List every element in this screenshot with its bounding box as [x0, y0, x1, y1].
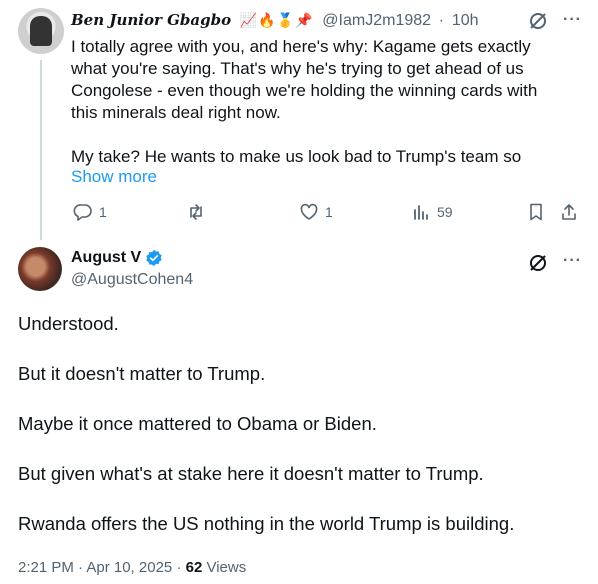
views-label: Views — [206, 559, 247, 576]
avatar[interactable] — [18, 247, 62, 291]
like-count: 1 — [325, 204, 333, 220]
verified-badge-icon — [146, 249, 162, 267]
reply-paragraph: I totally agree with you, and here's why… — [71, 37, 538, 122]
separator: · — [438, 12, 445, 29]
avatar[interactable] — [18, 8, 64, 54]
analytics-icon — [414, 205, 428, 220]
separator: · — [176, 559, 182, 576]
more-options-button[interactable]: ··· — [563, 252, 582, 270]
more-options-button[interactable]: ··· — [563, 11, 582, 29]
share-icon — [562, 204, 576, 220]
bookmark-button[interactable] — [526, 202, 546, 222]
reply-header: Ben Junior Gbagbo 📈🔥🥇📌 @IamJ2m1982 · 10h — [71, 10, 479, 30]
view-count: 59 — [437, 204, 453, 220]
author-name[interactable]: August V — [71, 249, 141, 267]
bookmark-icon — [530, 203, 542, 221]
tweet-paragraph: Rwanda offers the US nothing in the worl… — [18, 513, 515, 534]
tweet-meta: 2:21 PM · Apr 10, 2025 · 62 Views — [18, 559, 246, 576]
tweet-timestamp[interactable]: 2:21 PM · Apr 10, 2025 — [18, 559, 172, 576]
tweet-paragraph: But it doesn't matter to Trump. — [18, 363, 266, 384]
reply-button[interactable]: 1 — [73, 202, 107, 222]
timestamp[interactable]: 10h — [452, 12, 479, 29]
retweet-icon — [190, 204, 202, 220]
reply-paragraph: My take? He wants to make us look bad to… — [71, 147, 522, 166]
author-name[interactable]: Ben Junior Gbagbo — [71, 11, 231, 29]
share-button[interactable] — [559, 202, 579, 222]
reply-icon — [73, 204, 92, 221]
like-button[interactable]: 1 — [299, 202, 333, 222]
reply-count: 1 — [99, 204, 107, 220]
action-bar: 1 1 59 — [18, 202, 598, 226]
tweet-paragraph: Understood. — [18, 313, 119, 334]
heart-icon — [300, 203, 318, 220]
show-more-link[interactable]: Show more — [71, 167, 157, 187]
views-button[interactable]: 59 — [411, 202, 453, 222]
tweet-paragraph: But given what's at stake here it doesn'… — [18, 463, 484, 484]
tweet-paragraph: Maybe it once mattered to Obama or Biden… — [18, 413, 377, 434]
views-count: 62 — [185, 559, 203, 576]
grok-icon[interactable] — [528, 253, 548, 278]
reply-text: I totally agree with you, and here's why… — [71, 36, 566, 168]
author-name-row[interactable]: August V — [71, 249, 163, 267]
author-handle[interactable]: @IamJ2m1982 — [322, 12, 431, 29]
grok-icon[interactable] — [528, 11, 548, 36]
tweet-text: Understood. But it doesn't matter to Tru… — [18, 311, 588, 561]
name-emojis: 📈🔥🥇📌 — [239, 12, 314, 28]
retweet-button[interactable] — [186, 202, 206, 222]
author-handle[interactable]: @AugustCohen4 — [71, 271, 193, 289]
